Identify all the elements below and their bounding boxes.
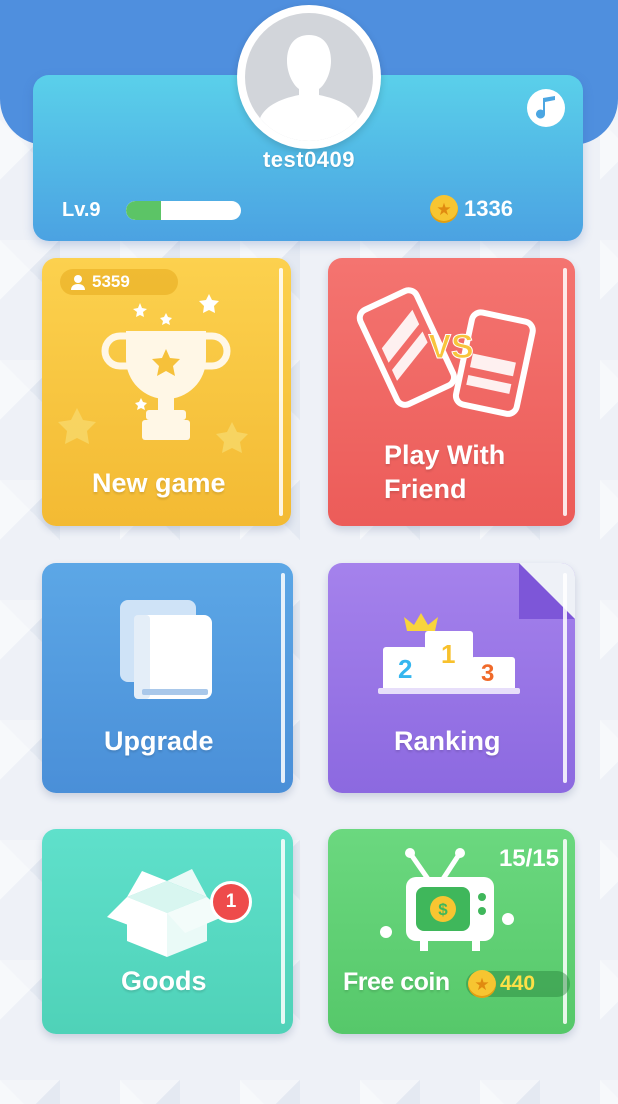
- play-with-friend-tile[interactable]: VS Play With Friend: [328, 258, 575, 526]
- svg-text:$: $: [438, 900, 448, 919]
- podium-second-label: 2: [398, 654, 413, 684]
- goods-notification-badge: 1: [210, 881, 252, 923]
- music-note-icon: [536, 96, 555, 119]
- books-icon: [120, 600, 212, 699]
- upgrade-label: Upgrade: [104, 726, 214, 756]
- username: test0409: [262, 147, 356, 172]
- star-coin-icon: ★: [468, 970, 496, 998]
- free-coin-label: Free coin: [343, 968, 450, 996]
- level-label: Lv.9: [62, 199, 101, 221]
- svg-text:VS: VS: [428, 328, 473, 366]
- new-game-tile[interactable]: 5359 New game: [42, 258, 291, 526]
- upgrade-tile[interactable]: Upgrade: [42, 563, 293, 793]
- tv-icon: $: [380, 848, 514, 951]
- coin-balance: 1336: [464, 196, 513, 221]
- goods-tile[interactable]: 1 Goods: [42, 829, 293, 1034]
- free-coin-reward: 440: [500, 972, 536, 995]
- music-toggle-button[interactable]: [527, 89, 565, 127]
- xp-progress-bar: [126, 201, 241, 220]
- free-coin-tile[interactable]: 15/15 $ Free coin ★ 440: [328, 829, 575, 1034]
- goods-label: Goods: [121, 966, 207, 996]
- ranking-label: Ranking: [394, 726, 501, 756]
- person-silhouette-icon: [245, 13, 373, 141]
- podium-icon: [378, 613, 520, 694]
- podium-third-label: 3: [481, 660, 495, 687]
- avatar[interactable]: [237, 5, 381, 149]
- ranking-tile[interactable]: 2 1 3 Ranking: [328, 563, 575, 793]
- box-icon: [107, 869, 227, 957]
- new-game-label: New game: [92, 468, 226, 498]
- podium-first-label: 1: [441, 639, 456, 669]
- play-with-friend-label-line2: Friend: [384, 474, 467, 504]
- play-with-friend-label-line1: Play With: [384, 440, 506, 470]
- xp-progress-fill: [126, 201, 161, 220]
- star-coin-icon: ★: [430, 195, 458, 223]
